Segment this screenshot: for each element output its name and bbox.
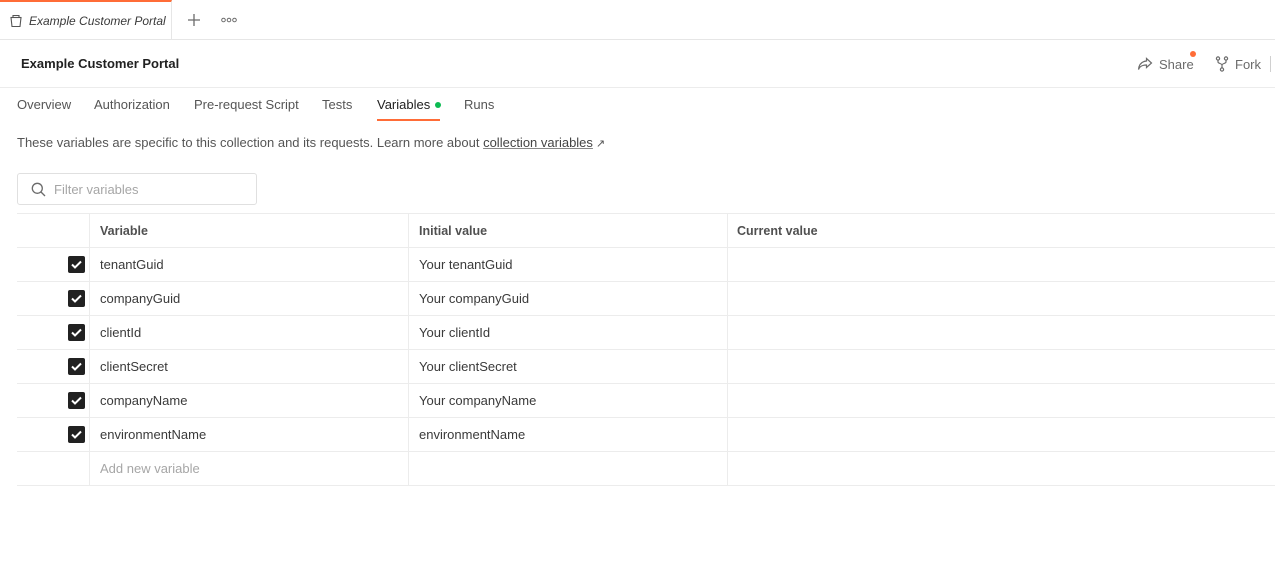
variable-name-cell[interactable]: companyName — [89, 384, 408, 417]
table-row: clientId Your clientId — [17, 316, 1275, 350]
initial-value-column-header: Initial value — [408, 214, 727, 247]
add-variable-row: Add new variable — [17, 452, 1275, 486]
checkmark-icon — [71, 260, 82, 269]
current-value-cell[interactable] — [727, 384, 1275, 417]
table-row: companyGuid Your companyGuid — [17, 282, 1275, 316]
initial-value-cell[interactable]: Your companyName — [408, 384, 727, 417]
tab-runs[interactable]: Runs — [464, 97, 494, 112]
initial-value-cell[interactable]: environmentName — [408, 418, 727, 451]
share-icon — [1137, 57, 1153, 70]
checkmark-icon — [71, 328, 82, 337]
checkmark-icon — [71, 362, 82, 371]
new-tab-button[interactable] — [184, 10, 204, 30]
page-title: Example Customer Portal — [21, 56, 180, 71]
tab-variables[interactable]: Variables — [377, 97, 442, 112]
active-tab-indicator — [377, 119, 440, 121]
collection-tabs: Overview Authorization Pre-request Scrip… — [0, 88, 1275, 122]
fork-icon — [1215, 56, 1229, 72]
filter-variables-field[interactable] — [17, 173, 257, 205]
collection-icon — [9, 14, 23, 28]
tab-pre-request-script[interactable]: Pre-request Script — [194, 97, 299, 112]
add-initial-value-cell[interactable] — [408, 452, 727, 485]
initial-value-cell[interactable]: Your companyGuid — [408, 282, 727, 315]
variable-name-cell[interactable]: environmentName — [89, 418, 408, 451]
plus-icon — [188, 14, 200, 26]
tab-tests[interactable]: Tests — [322, 97, 352, 112]
variables-status-dot — [435, 101, 442, 108]
tab-title: Example Customer Portal — [29, 14, 166, 28]
table-header-row: Variable Initial value Current value — [17, 214, 1275, 248]
header-divider — [1270, 56, 1271, 72]
row-enabled-checkbox[interactable] — [68, 426, 85, 443]
share-label: Share — [1159, 56, 1194, 72]
initial-value-cell[interactable]: Your clientSecret — [408, 350, 727, 383]
current-value-cell[interactable] — [727, 418, 1275, 451]
table-row: tenantGuid Your tenantGuid — [17, 248, 1275, 282]
fork-button[interactable]: Fork — [1215, 54, 1261, 74]
variables-description: These variables are specific to this col… — [17, 135, 605, 150]
share-button[interactable]: Share — [1137, 54, 1194, 74]
fork-label: Fork — [1235, 56, 1261, 72]
current-value-column-header: Current value — [727, 214, 1275, 247]
checkbox-column-header — [17, 214, 89, 247]
current-value-cell[interactable] — [727, 350, 1275, 383]
more-tabs-button[interactable] — [219, 10, 239, 30]
external-link-icon: ↗ — [595, 138, 606, 150]
checkmark-icon — [71, 430, 82, 439]
tab-overview[interactable]: Overview — [17, 97, 71, 112]
variable-name-cell[interactable]: tenantGuid — [89, 248, 408, 281]
checkmark-icon — [71, 294, 82, 303]
row-enabled-checkbox[interactable] — [68, 324, 85, 341]
add-new-variable-input[interactable]: Add new variable — [89, 452, 408, 485]
row-checkbox-cell — [17, 384, 89, 417]
row-enabled-checkbox[interactable] — [68, 358, 85, 375]
row-enabled-checkbox[interactable] — [68, 392, 85, 409]
row-checkbox-cell — [17, 282, 89, 315]
tab-authorization[interactable]: Authorization — [94, 97, 170, 112]
row-checkbox-cell — [17, 418, 89, 451]
variables-table: Variable Initial value Current value ten… — [17, 213, 1275, 486]
initial-value-cell[interactable]: Your clientId — [408, 316, 727, 349]
variable-name-cell[interactable]: clientId — [89, 316, 408, 349]
search-icon — [31, 182, 46, 196]
share-notification-dot — [1190, 51, 1196, 57]
variable-name-cell[interactable]: companyGuid — [89, 282, 408, 315]
initial-value-cell[interactable]: Your tenantGuid — [408, 248, 727, 281]
row-enabled-checkbox[interactable] — [68, 256, 85, 273]
description-text: These variables are specific to this col… — [17, 135, 484, 150]
tab-variables-label: Variables — [377, 97, 431, 112]
table-row: companyName Your companyName — [17, 384, 1275, 418]
row-checkbox-cell — [17, 248, 89, 281]
current-value-cell[interactable] — [727, 248, 1275, 281]
table-row: clientSecret Your clientSecret — [17, 350, 1275, 384]
filter-variables-input[interactable] — [54, 181, 234, 197]
add-current-value-cell[interactable] — [727, 452, 1275, 485]
collection-variables-link[interactable]: collection variables — [483, 135, 593, 150]
row-enabled-checkbox[interactable] — [68, 290, 85, 307]
current-value-cell[interactable] — [727, 282, 1275, 315]
variable-name-cell[interactable]: clientSecret — [89, 350, 408, 383]
row-checkbox-cell — [17, 350, 89, 383]
tab-strip: Example Customer Portal — [0, 0, 1275, 40]
more-horizontal-icon — [221, 17, 237, 23]
tab-example-customer-portal[interactable]: Example Customer Portal — [0, 0, 172, 40]
collection-header: Example Customer Portal Share Fork — [0, 40, 1275, 88]
variable-column-header: Variable — [89, 214, 408, 247]
row-checkbox-cell — [17, 316, 89, 349]
current-value-cell[interactable] — [727, 316, 1275, 349]
table-row: environmentName environmentName — [17, 418, 1275, 452]
checkmark-icon — [71, 396, 82, 405]
add-row-checkbox-cell — [17, 452, 89, 485]
